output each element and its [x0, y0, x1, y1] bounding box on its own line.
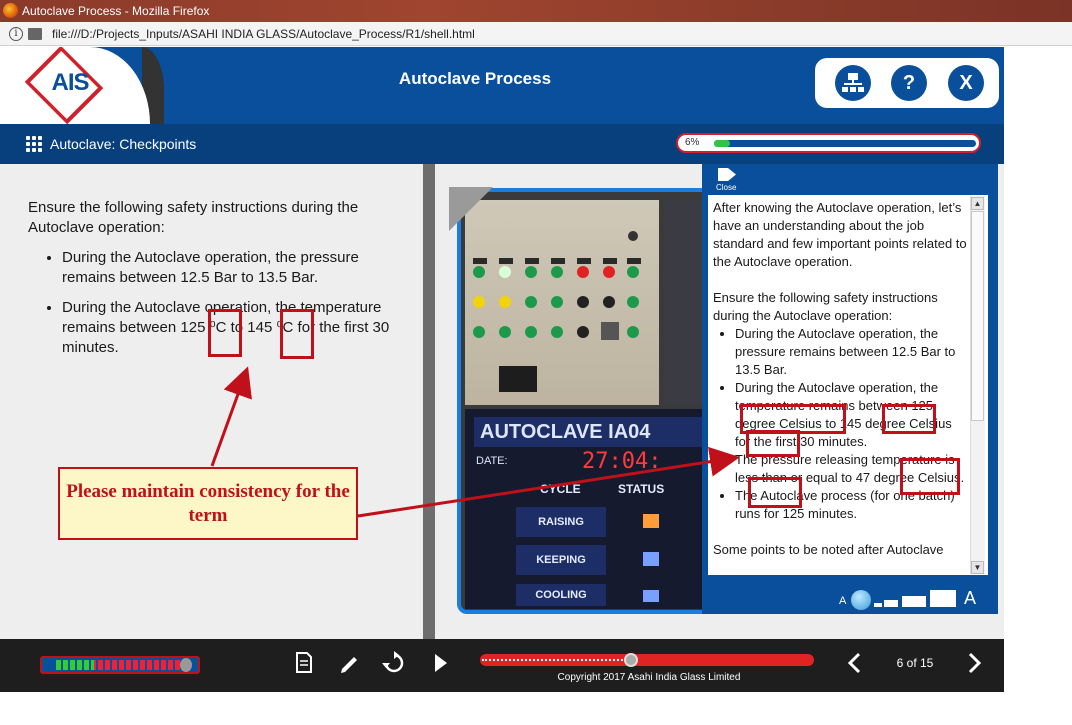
highlight-box — [900, 458, 960, 495]
transcript-paragraph: Some points to be noted after Autoclave — [713, 542, 944, 557]
photo-corner-fold — [449, 187, 493, 231]
cycle-header: CYCLE — [540, 482, 581, 496]
ais-logo: AIS — [51, 69, 89, 96]
highlight-box — [280, 309, 314, 359]
progress-track — [714, 140, 976, 147]
notes-icon[interactable] — [295, 652, 315, 674]
page-icon — [28, 28, 42, 40]
progress-fill — [714, 140, 730, 147]
topic-title: Autoclave: Checkpoints — [50, 136, 197, 152]
page-counter: 6 of 15 — [896, 656, 934, 670]
control-panel-lamps — [473, 231, 641, 392]
volume-level-low — [56, 660, 94, 670]
seek-played — [482, 659, 626, 661]
volume-knob[interactable] — [180, 658, 192, 672]
browser-title-bar: Autoclave Process - Mozilla Firefox — [0, 0, 1072, 22]
highlight-box — [208, 309, 242, 357]
close-transcript-icon[interactable] — [718, 168, 736, 181]
photo-header-row: CYCLE STATUS — [474, 478, 704, 500]
status-header: STATUS — [618, 482, 665, 496]
text-size-slider-knob[interactable] — [851, 590, 871, 610]
text-size-large[interactable]: A — [964, 588, 976, 609]
photo-date-label: DATE: — [476, 455, 508, 467]
photo-date-row: DATE: 27:04: — [474, 449, 704, 475]
highlight-box — [746, 430, 800, 457]
text-size-step[interactable] — [930, 590, 956, 607]
status-light — [643, 590, 659, 602]
control-panel-photo — [465, 200, 659, 405]
text-size-step[interactable] — [884, 600, 898, 607]
highlight-box — [748, 477, 802, 508]
photo-row-raising: RAISING — [516, 507, 606, 537]
text-size-step[interactable] — [874, 603, 882, 607]
info-icon[interactable]: i — [9, 27, 23, 41]
photo-row-keeping: KEEPING — [516, 545, 606, 575]
status-light — [643, 552, 659, 566]
play-icon[interactable] — [432, 652, 450, 674]
sitemap-button[interactable] — [835, 65, 871, 101]
slide-bullet: During the Autoclave operation, the pres… — [62, 248, 408, 288]
transcript-paragraph: Ensure the following safety instructions… — [713, 290, 938, 323]
scroll-up-icon[interactable]: ▲ — [971, 197, 984, 210]
autoclave-sign: AUTOCLAVE IA04 — [474, 417, 704, 447]
scroll-down-icon[interactable]: ▼ — [971, 561, 984, 574]
panel-label-photo — [664, 200, 704, 405]
app-title: Autoclave Process — [398, 69, 552, 88]
next-icon[interactable] — [966, 652, 982, 674]
replay-icon[interactable] — [382, 651, 406, 675]
firefox-icon — [3, 3, 18, 18]
photo-date-value: 27:04: — [582, 449, 662, 474]
slide-intro: Ensure the following safety instructions… — [28, 199, 359, 236]
sitemap-icon — [842, 73, 864, 92]
transcript-item: During the Autoclave operation, the pres… — [735, 325, 969, 379]
help-button[interactable]: ? — [891, 65, 927, 101]
close-transcript-label[interactable]: Close — [716, 183, 736, 192]
text-size-small[interactable]: A — [839, 595, 846, 607]
previous-icon[interactable] — [847, 652, 863, 674]
photo-row-cooling: COOLING — [516, 584, 606, 606]
copyright-text: Copyright 2017 Asahi India Glass Limited — [557, 672, 741, 683]
content-divider — [423, 164, 435, 640]
url-bar[interactable]: file:///D:/Projects_Inputs/ASAHI INDIA G… — [0, 22, 1072, 46]
text-size-step[interactable] — [902, 596, 926, 607]
highlight-box — [882, 404, 936, 434]
review-callout: Please maintain consistency for the term — [58, 467, 358, 540]
menu-grid-icon[interactable] — [26, 136, 42, 152]
progress-percent: 6% — [685, 137, 700, 148]
pencil-icon[interactable] — [339, 652, 361, 674]
seek-knob[interactable] — [623, 653, 638, 667]
transcript-text[interactable]: After knowing the Autoclave operation, l… — [713, 199, 969, 572]
status-light — [643, 514, 659, 528]
transcript-paragraph: After knowing the Autoclave operation, l… — [713, 200, 967, 269]
scroll-thumb[interactable] — [971, 211, 984, 421]
exit-button[interactable]: X — [948, 65, 984, 101]
